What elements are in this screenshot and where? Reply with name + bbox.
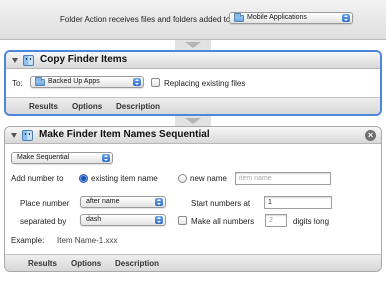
action-header: Copy Finder Items	[6, 52, 380, 69]
results-tab[interactable]: Results	[28, 259, 57, 268]
place-number-popup[interactable]: after name	[80, 196, 166, 208]
example-label: Example:	[11, 236, 45, 245]
folder-icon	[234, 13, 244, 22]
description-tab[interactable]: Description	[116, 102, 160, 111]
start-number-input[interactable]	[264, 196, 332, 209]
options-tab[interactable]: Options	[72, 102, 102, 111]
action-footer: Results Options Description	[5, 254, 381, 271]
make-all-numbers-checkbox[interactable]	[178, 216, 187, 225]
to-label: To:	[12, 79, 23, 88]
action-connector	[175, 116, 211, 126]
action-title: Copy Finder Items	[40, 54, 128, 65]
automator-workflow: Folder Action receives files and folders…	[0, 0, 386, 284]
separated-by-label: separated by	[20, 217, 67, 226]
place-number-value: after name	[86, 198, 120, 205]
existing-name-radio[interactable]	[79, 174, 88, 183]
replace-existing-label: Replacing existing files	[164, 79, 246, 88]
copy-finder-items-action[interactable]: Copy Finder Items To: Backed Up Apps Rep…	[4, 50, 382, 116]
add-number-label: Add number to	[11, 174, 64, 183]
finder-icon	[22, 130, 33, 141]
folder-action-target-value: Mobile Applications	[247, 14, 307, 21]
disclosure-triangle-icon[interactable]	[11, 133, 17, 138]
rename-mode-value: Make Sequential	[17, 154, 70, 161]
existing-name-label: existing item name	[91, 174, 158, 183]
popup-stepper-icon	[155, 198, 163, 206]
options-tab[interactable]: Options	[71, 259, 101, 268]
new-name-label: new name	[190, 174, 227, 183]
results-tab[interactable]: Results	[29, 102, 58, 111]
folder-icon	[35, 77, 45, 86]
action-body: To: Backed Up Apps Replacing existing fi…	[6, 69, 380, 97]
destination-popup[interactable]: Backed Up Apps	[30, 76, 144, 88]
folder-action-label: Folder Action receives files and folders…	[60, 15, 231, 24]
description-tab[interactable]: Description	[115, 259, 159, 268]
finder-icon	[23, 55, 34, 66]
action-title: Make Finder Item Names Sequential	[39, 129, 210, 140]
new-name-input[interactable]	[235, 172, 331, 185]
replace-existing-checkbox[interactable]	[151, 78, 160, 87]
digits-input[interactable]	[265, 214, 287, 227]
action-footer: Results Options Description	[6, 97, 380, 114]
make-names-sequential-action[interactable]: Make Finder Item Names Sequential × Make…	[4, 126, 382, 272]
action-connector	[175, 40, 211, 50]
popup-stepper-icon	[133, 78, 141, 86]
digits-long-label: digits long	[293, 217, 330, 226]
disclosure-triangle-icon[interactable]	[12, 58, 18, 63]
close-icon[interactable]: ×	[365, 130, 376, 141]
folder-action-bar: Folder Action receives files and folders…	[0, 0, 386, 40]
action-header: Make Finder Item Names Sequential ×	[5, 127, 381, 144]
example-value: Item Name-1.xxx	[57, 236, 118, 245]
popup-stepper-icon	[342, 14, 350, 22]
popup-stepper-icon	[102, 154, 110, 162]
separator-value: dash	[86, 216, 102, 223]
start-numbers-label: Start numbers at	[191, 199, 251, 208]
action-body: Make Sequential Add number to existing i…	[5, 144, 381, 254]
make-all-numbers-label: Make all numbers	[191, 217, 255, 226]
rename-mode-popup[interactable]: Make Sequential	[11, 152, 113, 164]
place-number-label: Place number	[20, 199, 70, 208]
new-name-radio[interactable]	[178, 174, 187, 183]
folder-action-target-popup[interactable]: Mobile Applications	[229, 12, 353, 24]
popup-stepper-icon	[155, 216, 163, 224]
destination-value: Backed Up Apps	[48, 78, 100, 85]
separator-popup[interactable]: dash	[80, 214, 166, 226]
